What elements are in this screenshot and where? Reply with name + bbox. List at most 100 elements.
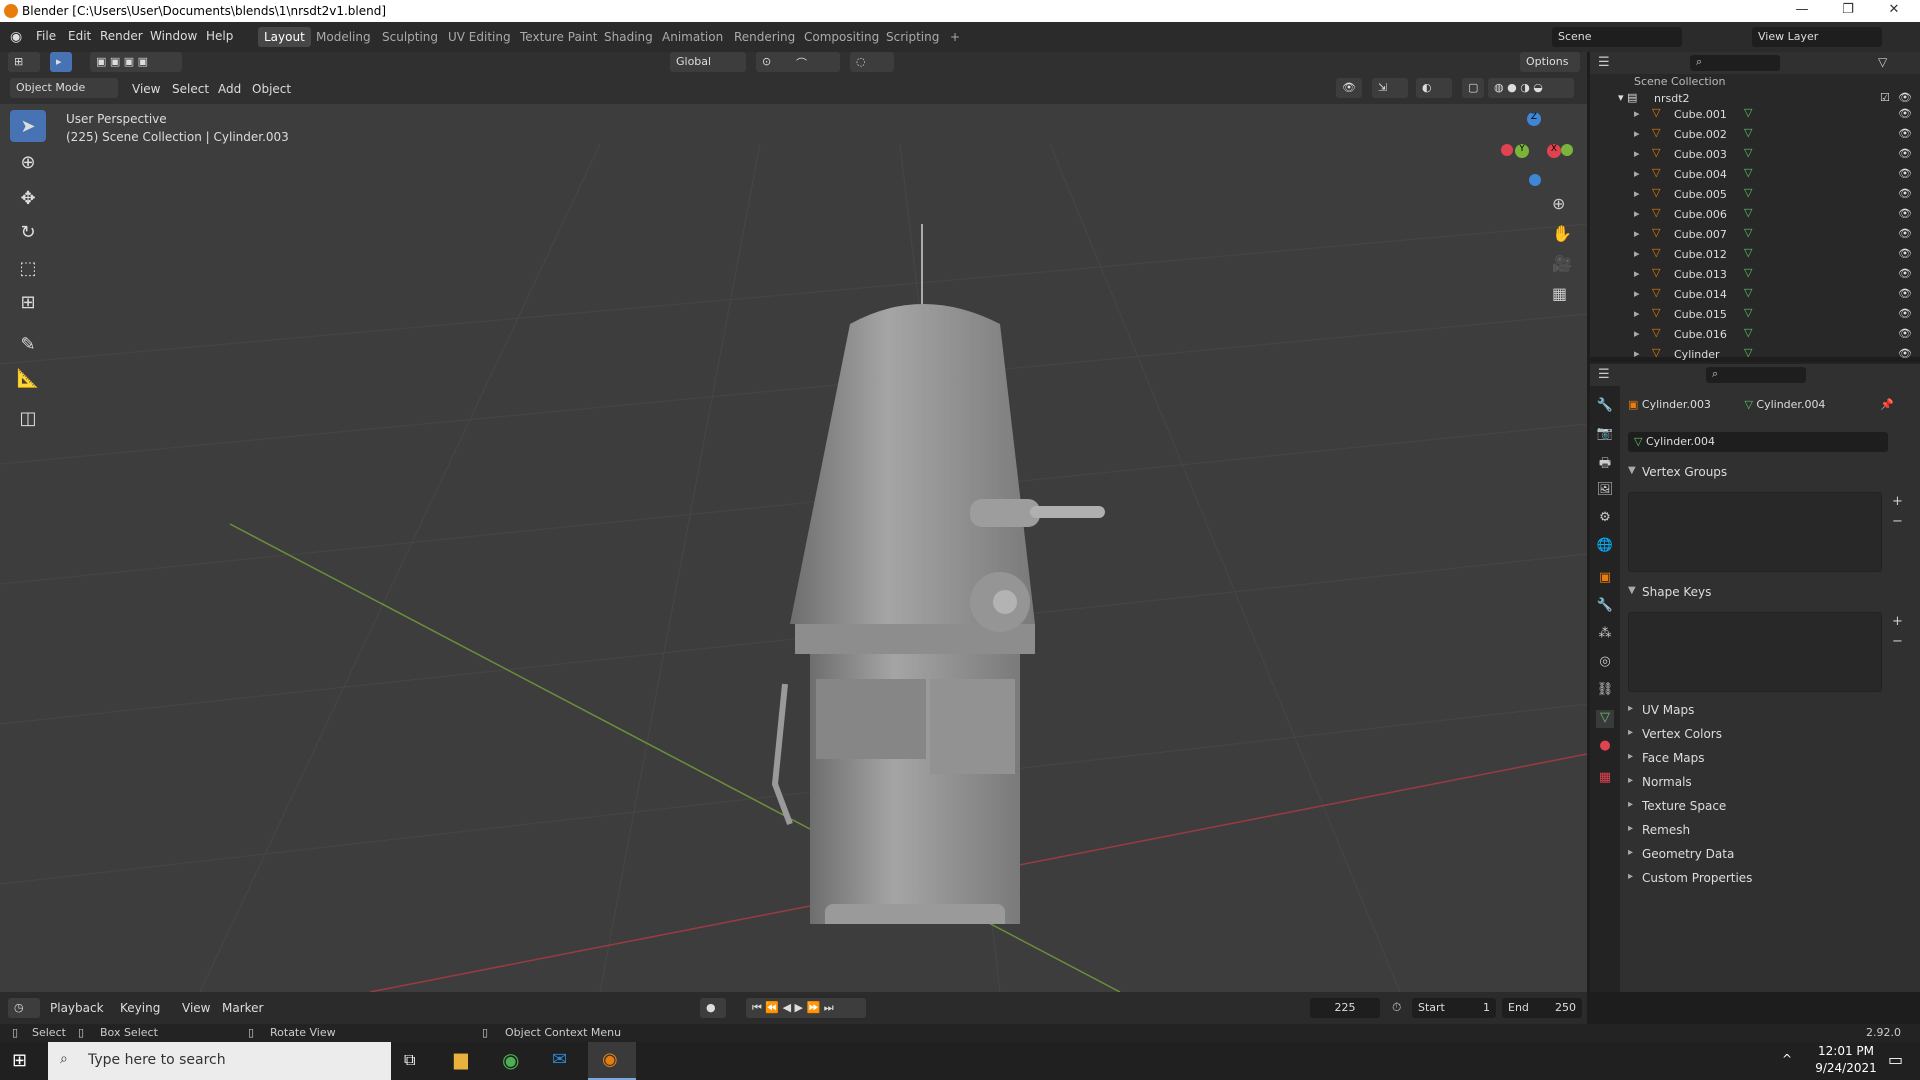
eye-icon[interactable]: 👁 bbox=[1898, 207, 1912, 220]
collapsed-section[interactable]: ▸ Custom Properties bbox=[1620, 868, 1920, 890]
menu-window[interactable]: Window bbox=[150, 29, 197, 43]
collapsed-section[interactable]: ▸ Remesh bbox=[1620, 820, 1920, 842]
overlay-toggle-icon[interactable]: ◐ bbox=[1416, 78, 1452, 98]
outliner-item[interactable]: ▸ ▽ Cube.014 ▽ 👁 bbox=[1590, 284, 1920, 304]
outliner-item[interactable]: ▸ ▽ Cylinder ▽ 👁 bbox=[1590, 344, 1920, 364]
tab-sculpting[interactable]: Sculpting bbox=[376, 27, 444, 47]
menu-file[interactable]: File bbox=[36, 29, 56, 43]
proportional-edit-icon[interactable]: ◌ bbox=[850, 52, 894, 72]
properties-editor-icon[interactable]: ☰ bbox=[1598, 367, 1610, 382]
filter-icon[interactable]: ▽ bbox=[1878, 55, 1887, 69]
tab-layout[interactable]: Layout bbox=[258, 27, 311, 47]
outliner-item[interactable]: ▸ ▽ Cube.007 ▽ 👁 bbox=[1590, 224, 1920, 244]
tab-modeling[interactable]: Modeling bbox=[310, 27, 377, 47]
gizmo-neg-z[interactable] bbox=[1529, 174, 1541, 186]
collapsed-section[interactable]: ▸ Geometry Data bbox=[1620, 844, 1920, 866]
expand-icon[interactable]: ▸ bbox=[1634, 187, 1640, 200]
breadcrumb-mesh[interactable]: Cylinder.004 bbox=[1756, 398, 1825, 411]
outliner-search-input[interactable]: ⌕ bbox=[1690, 55, 1780, 71]
remove-vertex-group-button[interactable]: − bbox=[1892, 514, 1903, 529]
scene-tab-icon[interactable]: ⚙ bbox=[1596, 510, 1614, 528]
outliner-item[interactable]: ▸ ▽ Cube.013 ▽ 👁 bbox=[1590, 264, 1920, 284]
move-tool-icon[interactable]: ✥ bbox=[10, 182, 46, 214]
shape-keys-list[interactable] bbox=[1628, 612, 1882, 692]
autokey-icon[interactable]: ● bbox=[700, 998, 726, 1018]
start-frame-field[interactable]: Start 1 bbox=[1412, 998, 1496, 1018]
annotate-tool-icon[interactable]: ✎ bbox=[10, 328, 46, 360]
collapsed-section[interactable]: ▸ Normals bbox=[1620, 772, 1920, 794]
orthographic-grid-icon[interactable]: ▦ bbox=[1552, 284, 1567, 303]
eye-icon[interactable]: 👁 bbox=[1898, 247, 1912, 260]
3d-viewport[interactable]: User Perspective (225) Scene Collection … bbox=[0, 104, 1587, 992]
material-tab-icon[interactable]: ● bbox=[1596, 738, 1614, 756]
navigation-gizmo[interactable]: Z Y X bbox=[1500, 108, 1573, 188]
expand-icon[interactable]: ▸ bbox=[1634, 247, 1640, 260]
pan-hand-icon[interactable]: ✋ bbox=[1552, 224, 1572, 243]
preview-range-icon[interactable]: ⏱ bbox=[1392, 1000, 1401, 1015]
physics-tab-icon[interactable]: ◎ bbox=[1596, 654, 1614, 672]
eye-icon[interactable]: 👁 bbox=[1898, 127, 1912, 140]
blender-taskbar-button[interactable]: ◉ bbox=[588, 1042, 636, 1080]
add-shape-key-button[interactable]: + bbox=[1892, 614, 1903, 629]
gizmo-y-axis[interactable]: Y bbox=[1515, 144, 1529, 158]
scene-selector[interactable]: Scene bbox=[1552, 27, 1682, 47]
eye-icon[interactable]: 👁 bbox=[1898, 227, 1912, 240]
system-tray-chevron-icon[interactable]: ^ bbox=[1782, 1052, 1792, 1066]
expand-icon[interactable]: ▸ bbox=[1634, 347, 1640, 360]
close-button[interactable]: ✕ bbox=[1874, 2, 1914, 17]
eye-icon[interactable]: 👁 bbox=[1898, 287, 1912, 300]
camera-view-icon[interactable]: 🎥 bbox=[1552, 254, 1572, 273]
timeline-view-menu[interactable]: View bbox=[182, 1001, 210, 1015]
outliner-item[interactable]: ▸ ▽ Cube.004 ▽ 👁 bbox=[1590, 164, 1920, 184]
mode-dropdown[interactable]: Object Mode bbox=[10, 78, 118, 98]
scale-tool-icon[interactable]: ⬚ bbox=[10, 252, 46, 284]
xray-icon[interactable]: ▢ bbox=[1462, 78, 1484, 98]
outliner-item[interactable]: ▸ ▽ Cube.015 ▽ 👁 bbox=[1590, 304, 1920, 324]
menu-view[interactable]: View bbox=[132, 82, 160, 96]
properties-search-input[interactable]: ⌕ bbox=[1706, 367, 1806, 383]
expand-icon[interactable]: ▸ bbox=[1634, 327, 1640, 340]
visibility-icon[interactable]: 👁 bbox=[1336, 78, 1362, 98]
transform-orientation[interactable]: Global bbox=[670, 52, 746, 72]
marker-menu[interactable]: Marker bbox=[222, 1001, 263, 1015]
options-dropdown[interactable]: Options bbox=[1520, 52, 1580, 72]
outliner-item[interactable]: ▸ ▽ Cube.002 ▽ 👁 bbox=[1590, 124, 1920, 144]
collapsed-section[interactable]: ▸ UV Maps bbox=[1620, 700, 1920, 722]
current-frame-field[interactable]: 225 bbox=[1310, 998, 1380, 1018]
eye-icon[interactable]: 👁 bbox=[1898, 147, 1912, 160]
constraints-tab-icon[interactable]: ⛓ bbox=[1596, 682, 1614, 700]
eye-icon[interactable]: 👁 bbox=[1898, 267, 1912, 280]
chrome-icon[interactable]: ◉ bbox=[502, 1048, 519, 1072]
zoom-icon[interactable]: ⊕ bbox=[1552, 194, 1565, 213]
file-explorer-icon[interactable]: ▆ bbox=[454, 1049, 468, 1070]
expand-icon[interactable]: ▸ bbox=[1634, 207, 1640, 220]
remove-shape-key-button[interactable]: − bbox=[1892, 634, 1903, 649]
menu-object[interactable]: Object bbox=[252, 82, 291, 96]
world-tab-icon[interactable]: 🌐 bbox=[1596, 538, 1614, 556]
end-frame-field[interactable]: End 250 bbox=[1502, 998, 1582, 1018]
tab-animation[interactable]: Animation bbox=[656, 27, 729, 47]
timeline-editor-icon[interactable]: ◷ bbox=[8, 998, 40, 1018]
measure-tool-icon[interactable]: 📐 bbox=[10, 362, 46, 394]
playback-menu[interactable]: Playback bbox=[50, 1001, 104, 1015]
windows-start-icon[interactable]: ⊞ bbox=[12, 1050, 27, 1071]
rotate-tool-icon[interactable]: ↻ bbox=[10, 216, 46, 248]
expand-icon[interactable]: ▸ bbox=[1634, 127, 1640, 140]
output-tab-icon[interactable]: 🖶 bbox=[1596, 454, 1614, 472]
gizmo-toggle-icon[interactable]: ⇲ bbox=[1372, 78, 1408, 98]
collapsed-section[interactable]: ▸ Vertex Colors bbox=[1620, 724, 1920, 746]
eye-icon[interactable]: 👁 bbox=[1898, 187, 1912, 200]
menu-add[interactable]: Add bbox=[218, 82, 241, 96]
gizmo-neg-x[interactable] bbox=[1501, 144, 1513, 156]
breadcrumb-object[interactable]: Cylinder.003 bbox=[1642, 398, 1711, 411]
outliner-item[interactable]: ▸ ▽ Cube.005 ▽ 👁 bbox=[1590, 184, 1920, 204]
expand-icon[interactable]: ▸ bbox=[1634, 227, 1640, 240]
eye-icon[interactable]: 👁 bbox=[1898, 347, 1912, 360]
eye-icon[interactable]: 👁 bbox=[1898, 107, 1912, 120]
view-layer-tab-icon[interactable]: 🖼 bbox=[1596, 482, 1614, 500]
shading-modes[interactable]: ◍ ● ◑ ◒ bbox=[1488, 78, 1574, 98]
add-workspace-button[interactable]: + bbox=[944, 27, 966, 47]
render-tab-icon[interactable]: 📷 bbox=[1596, 426, 1614, 444]
menu-render[interactable]: Render bbox=[100, 29, 143, 43]
vertex-groups-section[interactable]: ▼ Vertex Groups bbox=[1620, 462, 1920, 484]
